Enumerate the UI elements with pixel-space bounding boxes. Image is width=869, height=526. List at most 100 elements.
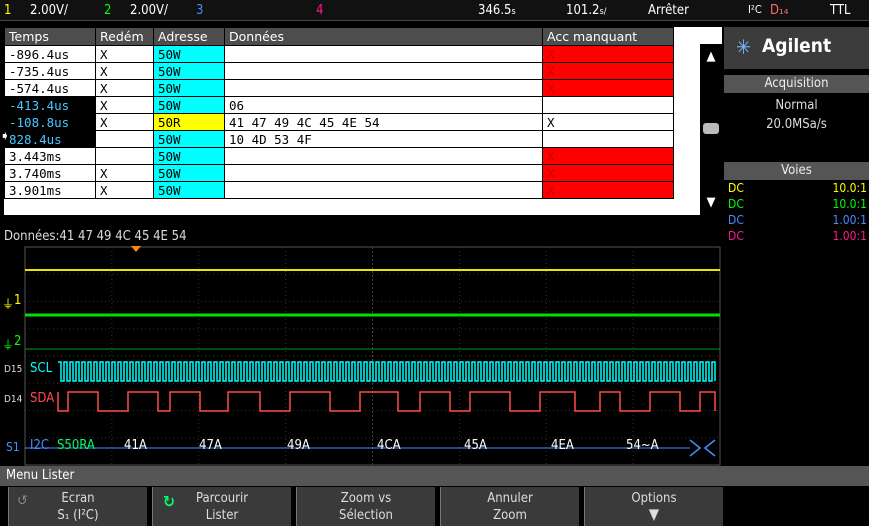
rotate-knob-icon: ↺ bbox=[17, 493, 28, 509]
cell-missing-ack: X bbox=[542, 113, 674, 131]
cell-data: 10 4D 53 4F bbox=[224, 130, 543, 148]
col-header-data[interactable]: Données bbox=[224, 27, 543, 46]
softkey-display-source[interactable]: ↺ Ecran S₁ (I²C) bbox=[8, 487, 147, 526]
col-header-time[interactable]: Temps bbox=[4, 27, 96, 46]
time-position: 346.5s bbox=[478, 3, 516, 18]
bus-packet: 54~A bbox=[626, 438, 659, 453]
ch1-scale: 2.00V/ bbox=[30, 3, 68, 18]
table-row[interactable]: -574.4us X 50W X bbox=[4, 79, 674, 97]
channel-probe-ratio: 1.00:1 bbox=[832, 229, 867, 243]
brand-box: ✳ Agilent bbox=[724, 27, 869, 69]
bus-packet: 49A bbox=[287, 438, 310, 453]
softkey-scroll-lister[interactable]: ↻ Parcourir Lister bbox=[152, 487, 291, 526]
bus-packet: 47A bbox=[199, 438, 222, 453]
cell-data: 41 47 49 4C 45 4E 54 bbox=[224, 113, 543, 131]
channel-row: DC 10.0:1 bbox=[724, 196, 869, 212]
cell-time: -108.8us bbox=[4, 113, 96, 131]
lister-table: Temps Redém Adresse Données Acc manquant… bbox=[4, 27, 722, 215]
table-row[interactable]: 3.901ms X 50W X bbox=[4, 181, 674, 199]
right-panel: ✳ Agilent Acquisition Normal 20.0MSa/s V… bbox=[724, 27, 869, 269]
ch2-scale: 2.00V/ bbox=[130, 3, 168, 18]
ch2-number: 2 bbox=[104, 3, 112, 18]
channel-row: DC 10.0:1 bbox=[724, 180, 869, 196]
cell-data bbox=[224, 181, 543, 199]
scroll-down-arrow-icon[interactable]: ▼ bbox=[702, 196, 720, 210]
scl-trace bbox=[58, 361, 716, 382]
channel-coupling: DC bbox=[728, 197, 744, 211]
cell-restart: X bbox=[95, 96, 154, 114]
channel-probe-ratio: 10.0:1 bbox=[832, 181, 867, 195]
table-row[interactable]: 3.443ms 50W X bbox=[4, 147, 674, 165]
softkey-options[interactable]: Options ▼ bbox=[584, 487, 723, 526]
bus-packet: 45A bbox=[464, 438, 487, 453]
trigger-source: D₁₄ bbox=[770, 3, 789, 18]
cell-address: 50W bbox=[153, 130, 225, 148]
table-row[interactable]: 3.740ms X 50W X bbox=[4, 164, 674, 182]
softkey-zoom-to-selection[interactable]: Zoom vs Sélection bbox=[296, 487, 435, 526]
bus-frame-end-icon bbox=[689, 439, 716, 457]
ch1-marker-icon[interactable]: ⏚ bbox=[2, 295, 14, 312]
cell-missing-ack: X bbox=[542, 45, 674, 63]
cell-data bbox=[224, 62, 543, 80]
softkey-line2: Zoom bbox=[493, 508, 527, 523]
cell-time: -413.4us bbox=[4, 96, 96, 114]
scl-label: SCL bbox=[30, 361, 53, 376]
agilent-logo-icon: ✳ bbox=[736, 35, 752, 59]
table-row[interactable]: 828.4us 50W 10 4D 53 4F bbox=[4, 130, 674, 148]
data-line: Données:41 47 49 4C 45 4E 54 bbox=[4, 229, 187, 244]
col-header-restart[interactable]: Redém bbox=[95, 27, 154, 46]
col-header-missing-ack[interactable]: Acc manquant bbox=[542, 27, 674, 46]
bus-packet: 4CA bbox=[377, 438, 401, 453]
cell-address: 50W bbox=[153, 79, 225, 97]
channels-list: DC 10.0:1 DC 10.0:1 DC 1.00:1 DC 1.00:1 bbox=[724, 180, 869, 244]
cell-missing-ack bbox=[542, 130, 674, 148]
channels-header: Voies bbox=[724, 162, 869, 180]
col-header-address[interactable]: Adresse bbox=[153, 27, 225, 46]
softkey-line2: S₁ (I²C) bbox=[57, 508, 99, 523]
waveform-graticule bbox=[24, 246, 721, 466]
lister-scrollbar[interactable]: ▲ ▼ bbox=[700, 44, 722, 215]
bus-packet-start: S50RA bbox=[57, 438, 95, 453]
table-row[interactable]: -413.4us X 50W 06 bbox=[4, 96, 674, 114]
channel-coupling: DC bbox=[728, 213, 744, 227]
scroll-thumb[interactable] bbox=[703, 123, 719, 134]
cell-address: 50W bbox=[153, 96, 225, 114]
cell-time: 3.740ms bbox=[4, 164, 96, 182]
table-row[interactable]: -108.8us X 50R 41 47 49 4C 45 4E 54 X bbox=[4, 113, 674, 131]
run-state: Arrêter bbox=[648, 3, 689, 18]
cell-data bbox=[224, 79, 543, 97]
cell-data bbox=[224, 147, 543, 165]
cell-missing-ack: X bbox=[542, 79, 674, 97]
cell-data bbox=[224, 45, 543, 63]
cell-restart: X bbox=[95, 79, 154, 97]
status-bar: 1 2.00V/ 2 2.00V/ 3 4 346.5s 101.2s/ Arr… bbox=[0, 0, 869, 21]
cell-address: 50W bbox=[153, 45, 225, 63]
cell-address: 50R bbox=[153, 113, 225, 131]
cell-data bbox=[224, 164, 543, 182]
waveform-display[interactable]: ⏚ 1 ⏚ 2 D15 SCL D14 SDA S1 I2C S50RA 41A… bbox=[0, 245, 722, 467]
cell-address: 50W bbox=[153, 164, 225, 182]
trigger-position-icon bbox=[131, 246, 141, 252]
cell-restart bbox=[95, 130, 154, 148]
bus-name: I2C bbox=[30, 438, 50, 453]
ch3-number: 3 bbox=[196, 3, 204, 18]
cell-restart bbox=[95, 147, 154, 165]
scroll-up-arrow-icon[interactable]: ▲ bbox=[702, 50, 720, 64]
table-row[interactable]: -735.4us X 50W X bbox=[4, 62, 674, 80]
d15-label: D15 bbox=[4, 364, 23, 375]
current-row-pointer-icon: ➧ bbox=[0, 129, 10, 144]
cell-time: -574.4us bbox=[4, 79, 96, 97]
brand-name: Agilent bbox=[762, 35, 832, 57]
trigger-protocol: I²C bbox=[748, 3, 762, 16]
table-row[interactable]: -896.4us X 50W X bbox=[4, 45, 674, 63]
cell-missing-ack: X bbox=[542, 164, 674, 182]
softkey-line1: Zoom vs bbox=[340, 491, 392, 506]
ch2-marker-icon[interactable]: ⏚ bbox=[2, 336, 14, 353]
acquisition-mode: Normal bbox=[775, 98, 818, 113]
time-scale: 101.2s/ bbox=[566, 3, 607, 18]
softkey-undo-zoom[interactable]: Annuler Zoom bbox=[440, 487, 579, 526]
bus-packet: 4EA bbox=[551, 438, 574, 453]
bus-packet: 41A bbox=[124, 438, 147, 453]
cell-address: 50W bbox=[153, 147, 225, 165]
bus-prefix: S1 bbox=[6, 440, 20, 454]
